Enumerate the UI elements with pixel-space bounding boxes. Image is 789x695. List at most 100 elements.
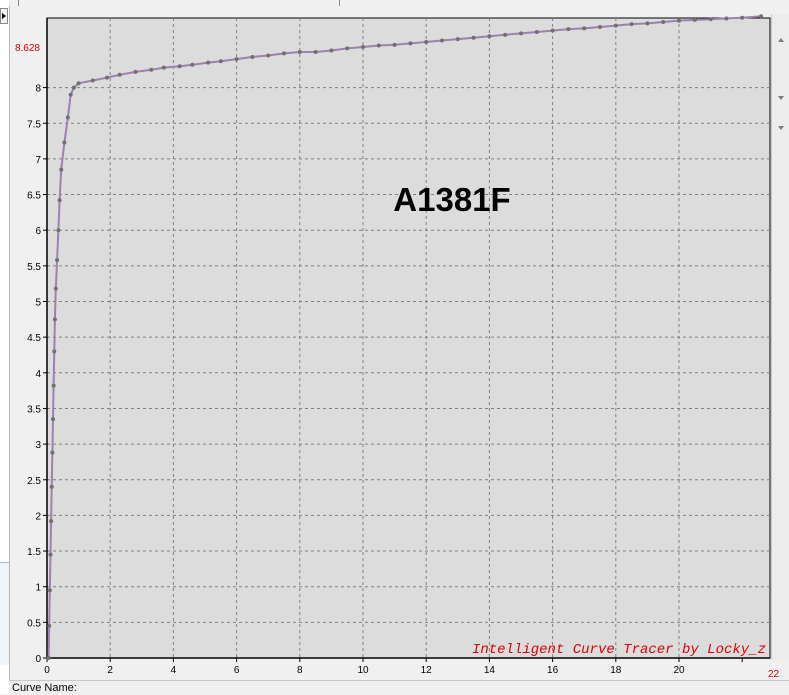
data-point	[59, 167, 64, 172]
watermark-text: Intelligent Curve Tracer by Locky_z	[472, 642, 766, 658]
y-tick-label: 3	[35, 440, 41, 451]
data-point	[566, 27, 571, 32]
data-point	[759, 14, 764, 19]
data-point	[692, 17, 697, 22]
data-point	[329, 48, 334, 53]
data-point	[51, 383, 56, 388]
data-point	[740, 15, 745, 20]
y-tick-label: 1	[35, 583, 41, 594]
data-point	[266, 53, 271, 58]
data-point	[440, 38, 444, 43]
data-point	[582, 26, 587, 31]
data-point	[47, 623, 52, 628]
data-point	[51, 417, 56, 422]
data-point	[105, 75, 110, 80]
y-tick-label: 3.5	[27, 404, 41, 415]
data-point	[345, 46, 350, 51]
y-tick-label: 5.5	[27, 262, 41, 273]
data-point	[56, 228, 61, 233]
data-point	[503, 32, 508, 37]
data-point	[519, 31, 523, 36]
data-point	[376, 43, 381, 48]
y-tick-label: 6.5	[27, 191, 41, 202]
data-point	[46, 656, 51, 660]
y-tick-label: 0.5	[27, 618, 41, 629]
data-point	[57, 198, 62, 203]
data-point	[645, 21, 650, 26]
data-point	[52, 317, 57, 322]
scroll-mid-arrow-icon[interactable]	[778, 96, 784, 100]
data-point	[282, 51, 286, 56]
data-point	[629, 22, 634, 27]
data-point	[598, 24, 602, 29]
data-point	[487, 34, 492, 39]
x-tick-label: 8	[297, 665, 303, 676]
data-point	[133, 69, 138, 74]
x-tick-label: 18	[610, 665, 622, 676]
data-point	[177, 64, 182, 69]
data-point	[661, 20, 666, 25]
x-tick-label: 6	[234, 665, 240, 676]
y-tick-label: 7.5	[27, 119, 41, 130]
data-point	[65, 115, 70, 120]
data-point	[52, 349, 57, 354]
data-point	[71, 85, 76, 90]
y-tick-label: 7	[35, 155, 41, 166]
data-point	[50, 450, 55, 455]
y-tick-label: 2	[35, 511, 41, 522]
data-point	[534, 29, 539, 34]
vertical-scrollbar[interactable]	[771, 14, 789, 660]
y-tick-label: 8	[35, 84, 41, 95]
y-tick-label: 4.5	[27, 333, 41, 344]
x-max-label: 22	[768, 669, 780, 680]
y-tick-labels: 0 0.5 1 1.5 2 2.5 3 3.5 4 4.5 5 5.5 6 6.5 7 7.5 8	[27, 84, 41, 665]
y-tick-label: 0	[35, 654, 41, 665]
x-tick-label: 0	[44, 665, 50, 676]
status-bar: Curve Name:	[9, 680, 789, 695]
data-point	[455, 37, 460, 42]
data-point	[234, 57, 239, 62]
data-point	[708, 17, 713, 22]
data-point	[161, 65, 166, 70]
data-point	[47, 588, 52, 593]
data-point	[218, 59, 223, 64]
y-tick-label: 6	[35, 226, 41, 237]
y-tick-label: 5	[35, 298, 41, 309]
plot-background	[46, 17, 771, 659]
data-point	[724, 16, 729, 21]
curve-name-label: Curve Name:	[12, 682, 77, 694]
data-point	[55, 258, 60, 263]
data-point	[68, 92, 73, 97]
scroll-down-arrow-icon[interactable]	[778, 126, 784, 130]
data-point	[190, 62, 195, 67]
data-point	[550, 28, 555, 33]
data-point	[677, 18, 681, 23]
data-point	[392, 42, 397, 47]
chart-title: A1381F	[393, 181, 510, 218]
curve-chart: 0 0.5 1 1.5 2 2.5 3 3.5 4 4.5 5 5.5 6 6.5 7 7.5 8 0 2 4 6 8 1…	[15, 14, 780, 680]
data-point	[90, 78, 95, 83]
data-point	[117, 72, 122, 77]
y-tick-label: 2.5	[27, 476, 41, 487]
x-tick-label: 14	[484, 665, 496, 676]
data-point	[613, 23, 618, 28]
data-point	[49, 484, 54, 489]
data-point	[250, 54, 255, 59]
data-point	[471, 35, 476, 40]
x-tick-label: 20	[673, 665, 685, 676]
data-point	[206, 60, 211, 65]
data-point	[361, 44, 365, 49]
x-tick-label: 4	[171, 665, 177, 676]
data-point	[149, 67, 154, 72]
x-tick-labels: 0 2 4 6 8 10 12 14 16 18 20	[44, 665, 685, 676]
data-point	[62, 140, 67, 145]
data-point	[53, 286, 58, 291]
data-point	[424, 39, 429, 44]
data-point	[48, 552, 53, 557]
data-point	[313, 49, 318, 54]
x-tick-label: 10	[357, 665, 369, 676]
data-point	[408, 41, 413, 46]
x-tick-label: 16	[547, 665, 559, 676]
data-point	[76, 81, 81, 86]
scroll-up-arrow-icon[interactable]	[778, 38, 784, 42]
